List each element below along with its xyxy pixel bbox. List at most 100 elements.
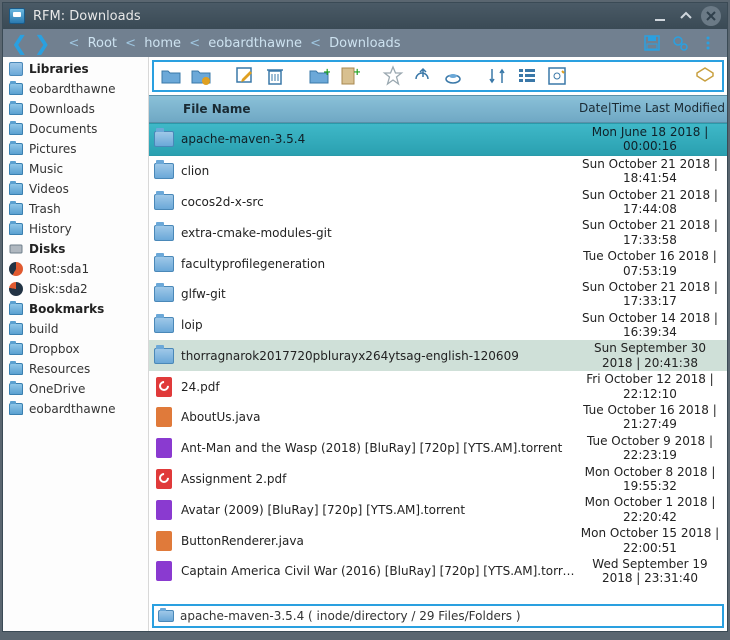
sidebar-item[interactable]: eobardthawne [3, 79, 148, 99]
sidebar-item[interactable]: Resources [3, 359, 148, 379]
file-row[interactable]: apache-maven-3.5.4Mon June 18 2018 | 00:… [149, 123, 727, 156]
pdf-icon [156, 377, 172, 397]
folder-icon [9, 323, 23, 335]
file-row[interactable]: extra-cmake-modules-gitSun October 21 20… [149, 217, 727, 248]
maximize-button[interactable] [675, 5, 697, 27]
file-date: Sun October 21 2018 | 17:33:17 [577, 280, 727, 309]
file-row[interactable]: loipSun October 14 2018 | 16:39:34 [149, 310, 727, 341]
column-date-header[interactable]: Date|Time Last Modified [577, 102, 727, 115]
bookmarks-icon [9, 303, 23, 315]
file-name: extra-cmake-modules-git [179, 226, 577, 240]
tag-button[interactable] [692, 63, 718, 89]
file-date: Tue October 16 2018 | 07:53:19 [577, 249, 727, 278]
sidebar-item-label: Trash [29, 202, 61, 216]
file-row[interactable]: facultyprofilegenerationTue October 16 2… [149, 248, 727, 279]
sidebar-item[interactable]: History [3, 219, 148, 239]
new-folder-button[interactable]: + [306, 63, 332, 89]
sidebar-item[interactable]: build [3, 319, 148, 339]
sidebar-item[interactable]: Root:sda1 [3, 259, 148, 279]
sidebar-item[interactable]: Disk:sda2 [3, 279, 148, 299]
status-text: apache-maven-3.5.4 ( inode/directory / 2… [180, 609, 521, 623]
sidebar-item[interactable]: eobardthawne [3, 399, 148, 419]
sidebar-item[interactable]: Dropbox [3, 339, 148, 359]
folder-icon [154, 225, 174, 241]
folder-icon [154, 131, 174, 147]
column-name-header[interactable]: File Name [179, 102, 577, 116]
file-row[interactable]: Avatar (2009) [BluRay] [720p] [YTS.AM].t… [149, 494, 727, 525]
file-date: Mon October 15 2018 | 22:00:51 [577, 526, 727, 555]
sidebar-section-header[interactable]: Bookmarks [3, 299, 148, 319]
sidebar-header-label: Bookmarks [29, 302, 104, 316]
icon-view-button[interactable] [544, 63, 570, 89]
file-list[interactable]: apache-maven-3.5.4Mon June 18 2018 | 00:… [149, 123, 727, 604]
sidebar-item-label: Pictures [29, 142, 77, 156]
file-row[interactable]: 24.pdfFri October 12 2018 | 22:12:10 [149, 371, 727, 402]
file-row[interactable]: cocos2d-x-srcSun October 21 2018 | 17:44… [149, 187, 727, 218]
folder-icon [9, 383, 23, 395]
sidebar-item[interactable]: OneDrive [3, 379, 148, 399]
minimize-button[interactable] [649, 5, 671, 27]
file-date: Sun October 21 2018 | 17:44:08 [577, 188, 727, 217]
breadcrumb-separator: < [125, 36, 136, 51]
sidebar-item-label: build [29, 322, 59, 336]
titlebar: RFM: Downloads [3, 3, 727, 29]
breadcrumb-segment[interactable]: home [140, 36, 185, 51]
nav-forward-button[interactable]: ❯ [34, 33, 51, 53]
new-file-button[interactable]: + [336, 63, 362, 89]
file-name: clion [179, 164, 577, 178]
file-name: Avatar (2009) [BluRay] [720p] [YTS.AM].t… [179, 503, 577, 517]
actions-icon[interactable] [697, 32, 719, 54]
upload-button[interactable] [410, 63, 436, 89]
share-button[interactable] [440, 63, 466, 89]
open-with-button[interactable] [188, 63, 214, 89]
sidebar-item[interactable]: Pictures [3, 139, 148, 159]
settings-icon[interactable] [669, 32, 691, 54]
torrent-icon [156, 438, 172, 458]
sort-button[interactable] [484, 63, 510, 89]
sidebar-item-label: History [29, 222, 72, 236]
star-button[interactable] [380, 63, 406, 89]
sidebar: LibrarieseobardthawneDownloadsDocumentsP… [3, 57, 149, 631]
file-row[interactable]: glfw-gitSun October 21 2018 | 17:33:17 [149, 279, 727, 310]
folder-icon [154, 286, 174, 302]
nav-back-button[interactable]: ❮ [11, 33, 28, 53]
sidebar-header-label: Libraries [29, 62, 89, 76]
java-icon [156, 407, 172, 427]
list-view-button[interactable] [514, 63, 540, 89]
folder-icon [154, 348, 174, 364]
folder-icon [9, 223, 23, 235]
file-row[interactable]: Captain America Civil War (2016) [BluRay… [149, 556, 727, 587]
file-date: Mon October 1 2018 | 22:20:42 [577, 495, 727, 524]
svg-text:+: + [353, 67, 360, 78]
delete-button[interactable] [262, 63, 288, 89]
close-button[interactable] [701, 6, 721, 26]
breadcrumb-segment[interactable]: Root [83, 36, 121, 51]
file-row[interactable]: Assignment 2.pdfMon October 8 2018 | 19:… [149, 464, 727, 495]
disk-icon [9, 262, 23, 276]
sidebar-item[interactable]: Trash [3, 199, 148, 219]
breadcrumb-separator: < [189, 36, 200, 51]
sidebar-item[interactable]: Music [3, 159, 148, 179]
app-icon [9, 8, 25, 24]
breadcrumb-segment[interactable]: Downloads [325, 36, 401, 51]
file-name: Captain America Civil War (2016) [BluRay… [179, 564, 577, 578]
disks-icon [9, 243, 23, 255]
file-name: AboutUs.java [179, 410, 577, 424]
file-row[interactable]: AboutUs.javaTue October 16 2018 | 21:27:… [149, 402, 727, 433]
sidebar-item[interactable]: Documents [3, 119, 148, 139]
save-icon[interactable] [641, 32, 663, 54]
file-date: Mon October 8 2018 | 19:55:32 [577, 465, 727, 494]
file-row[interactable]: Ant-Man and the Wasp (2018) [BluRay] [72… [149, 433, 727, 464]
file-row[interactable]: clionSun October 21 2018 | 18:41:54 [149, 156, 727, 187]
sidebar-section-header[interactable]: Libraries [3, 59, 148, 79]
file-row[interactable]: ButtonRenderer.javaMon October 15 2018 |… [149, 525, 727, 556]
open-folder-button[interactable] [158, 63, 184, 89]
sidebar-item[interactable]: Videos [3, 179, 148, 199]
sidebar-item[interactable]: Downloads [3, 99, 148, 119]
edit-button[interactable] [232, 63, 258, 89]
folder-icon [154, 163, 174, 179]
sidebar-section-header[interactable]: Disks [3, 239, 148, 259]
sidebar-item-label: Resources [29, 362, 90, 376]
breadcrumb-segment[interactable]: eobardthawne [204, 36, 306, 51]
file-row[interactable]: thorragnarok2017720pblurayx264ytsag-engl… [149, 340, 727, 371]
